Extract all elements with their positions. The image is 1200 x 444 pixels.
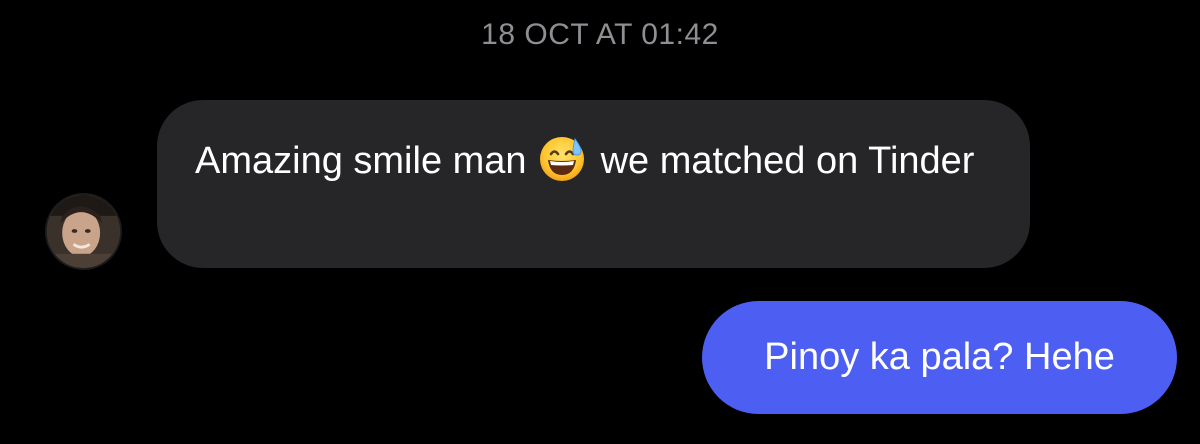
grinning-face-with-sweat-icon <box>537 133 587 183</box>
sender-avatar[interactable] <box>45 193 122 270</box>
avatar-photo <box>47 195 120 268</box>
outgoing-message-text: Pinoy ka pala? Hehe <box>764 336 1115 378</box>
incoming-message-text-end: we matched on Tinder <box>600 140 975 182</box>
message-timestamp: 18 OCT AT 01:42 <box>481 18 719 51</box>
incoming-message-text-start: Amazing smile man <box>195 140 527 182</box>
incoming-message-bubble[interactable]: Amazing smile man we matched on Tinder <box>157 100 1030 268</box>
outgoing-message-bubble[interactable]: Pinoy ka pala? Hehe <box>702 301 1177 414</box>
